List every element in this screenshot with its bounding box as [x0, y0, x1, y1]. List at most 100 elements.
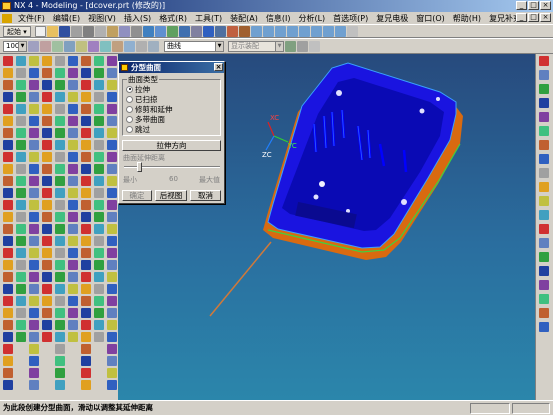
menu-insert[interactable]: 插入(S) — [120, 13, 155, 24]
feature-tool-icon[interactable] — [94, 176, 104, 186]
resource-tab-icon[interactable] — [539, 294, 549, 304]
radio-unchecked[interactable] — [126, 115, 133, 123]
snap-mid-icon[interactable] — [88, 40, 99, 52]
snap-existing-icon[interactable] — [136, 40, 147, 52]
feature-tool-icon[interactable] — [42, 188, 52, 198]
feature-tool-icon[interactable] — [94, 68, 104, 78]
resource-tab-icon[interactable] — [539, 252, 549, 262]
radio-checked[interactable] — [126, 85, 133, 93]
filter-combo[interactable]: 曲线 ▼ — [164, 40, 224, 52]
feature-tool-icon[interactable] — [42, 260, 52, 270]
feature-tool-icon[interactable] — [107, 200, 117, 210]
distance-slider-thumb[interactable] — [137, 162, 142, 172]
assembly-combo[interactable]: 显示装配 ▼ — [228, 40, 284, 52]
feature-tool-icon[interactable] — [107, 356, 117, 366]
feature-tool-icon[interactable] — [29, 356, 39, 366]
resource-tab-icon[interactable] — [539, 84, 549, 94]
feature-tool-icon[interactable] — [3, 368, 13, 378]
feature-tool-icon[interactable] — [81, 140, 91, 150]
radio-unchecked[interactable] — [126, 95, 133, 103]
feature-tool-icon[interactable] — [16, 224, 26, 234]
feature-tool-icon[interactable] — [107, 92, 117, 102]
feature-tool-icon[interactable] — [29, 152, 39, 162]
feature-tool-icon[interactable] — [107, 68, 117, 78]
feature-tool-icon[interactable] — [16, 320, 26, 330]
menu-electrode[interactable]: 复兄电极 — [372, 13, 412, 24]
zoom-combo[interactable]: 100 ▼ — [3, 40, 27, 52]
view-trimetric-icon[interactable] — [298, 25, 310, 37]
feature-tool-icon[interactable] — [29, 164, 39, 174]
feature-tool-icon[interactable] — [94, 92, 104, 102]
feature-tool-icon[interactable] — [3, 68, 13, 78]
rotate-icon[interactable] — [178, 25, 190, 37]
feature-tool-icon[interactable] — [55, 224, 65, 234]
feature-tool-icon[interactable] — [3, 284, 13, 294]
back-view-button[interactable]: 后视图 — [155, 190, 187, 201]
feature-tool-icon[interactable] — [42, 68, 52, 78]
feature-tool-icon[interactable] — [29, 368, 39, 378]
feature-tool-icon[interactable] — [3, 248, 13, 258]
feature-tool-icon[interactable] — [3, 272, 13, 282]
paste-icon[interactable] — [106, 25, 118, 37]
feature-tool-icon[interactable] — [81, 284, 91, 294]
feature-tool-icon[interactable] — [3, 92, 13, 102]
menu-assemblies[interactable]: 装配(A) — [226, 13, 262, 24]
radio-unchecked[interactable] — [126, 125, 133, 133]
resource-tab-icon[interactable] — [539, 168, 549, 178]
feature-tool-icon[interactable] — [3, 128, 13, 138]
toolbar-more-icon[interactable] — [309, 40, 320, 52]
zoom-icon[interactable] — [154, 25, 166, 37]
feature-tool-icon[interactable] — [81, 212, 91, 222]
redo-icon[interactable] — [130, 25, 142, 37]
feature-tool-icon[interactable] — [68, 260, 78, 270]
feature-tool-icon[interactable] — [3, 104, 13, 114]
feature-tool-icon[interactable] — [16, 308, 26, 318]
feature-tool-icon[interactable] — [16, 296, 26, 306]
feature-tool-icon[interactable] — [3, 260, 13, 270]
menu-preferences[interactable]: 首选项(P) — [329, 13, 372, 24]
feature-tool-icon[interactable] — [81, 308, 91, 318]
feature-tool-icon[interactable] — [16, 248, 26, 258]
feature-tool-icon[interactable] — [107, 344, 117, 354]
resource-tab-icon[interactable] — [539, 98, 549, 108]
feature-tool-icon[interactable] — [3, 236, 13, 246]
feature-tool-icon[interactable] — [68, 224, 78, 234]
fit-view-icon[interactable] — [142, 25, 154, 37]
feature-tool-icon[interactable] — [55, 380, 65, 390]
feature-tool-icon[interactable] — [42, 284, 52, 294]
snap-intersect-icon[interactable] — [112, 40, 123, 52]
feature-tool-icon[interactable] — [42, 56, 52, 66]
feature-tool-icon[interactable] — [94, 260, 104, 270]
feature-tool-icon[interactable] — [55, 128, 65, 138]
resource-tab-icon[interactable] — [539, 266, 549, 276]
feature-tool-icon[interactable] — [29, 80, 39, 90]
feature-tool-icon[interactable] — [29, 224, 39, 234]
feature-tool-icon[interactable] — [94, 56, 104, 66]
resource-tab-icon[interactable] — [539, 196, 549, 206]
view-back-icon[interactable] — [322, 25, 334, 37]
feature-tool-icon[interactable] — [16, 176, 26, 186]
resource-tab-icon[interactable] — [539, 280, 549, 290]
view-front-icon[interactable] — [250, 25, 262, 37]
feature-tool-icon[interactable] — [42, 212, 52, 222]
feature-tool-icon[interactable] — [3, 188, 13, 198]
feature-tool-icon[interactable] — [55, 80, 65, 90]
feature-tool-icon[interactable] — [81, 236, 91, 246]
feature-tool-icon[interactable] — [107, 296, 117, 306]
feature-tool-icon[interactable] — [42, 296, 52, 306]
feature-tool-icon[interactable] — [42, 200, 52, 210]
radio-unchecked[interactable] — [126, 105, 133, 113]
feature-tool-icon[interactable] — [94, 140, 104, 150]
feature-tool-icon[interactable] — [68, 92, 78, 102]
menu-analysis[interactable]: 分析(L) — [294, 13, 329, 24]
feature-tool-icon[interactable] — [16, 272, 26, 282]
feature-tool-icon[interactable] — [107, 284, 117, 294]
feature-tool-icon[interactable] — [107, 152, 117, 162]
snap-face-icon[interactable] — [148, 40, 159, 52]
menu-format[interactable]: 格式(R) — [155, 13, 191, 24]
feature-tool-icon[interactable] — [68, 164, 78, 174]
feature-tool-icon[interactable] — [3, 200, 13, 210]
feature-tool-icon[interactable] — [42, 224, 52, 234]
feature-tool-icon[interactable] — [55, 176, 65, 186]
feature-tool-icon[interactable] — [55, 320, 65, 330]
